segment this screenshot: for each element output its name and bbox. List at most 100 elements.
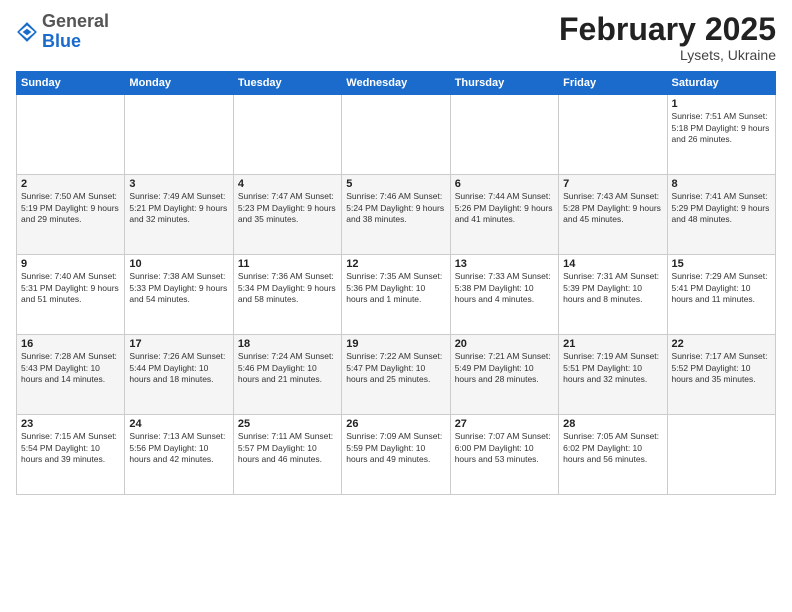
day-number: 10 (129, 258, 228, 270)
col-saturday: Saturday (667, 72, 775, 95)
table-row: 14Sunrise: 7:31 AM Sunset: 5:39 PM Dayli… (559, 255, 667, 335)
day-info: Sunrise: 7:36 AM Sunset: 5:34 PM Dayligh… (238, 271, 337, 305)
table-row: 12Sunrise: 7:35 AM Sunset: 5:36 PM Dayli… (342, 255, 450, 335)
col-tuesday: Tuesday (233, 72, 341, 95)
day-number: 24 (129, 418, 228, 430)
day-number: 17 (129, 338, 228, 350)
table-row: 8Sunrise: 7:41 AM Sunset: 5:29 PM Daylig… (667, 175, 775, 255)
day-number: 23 (21, 418, 120, 430)
table-row: 22Sunrise: 7:17 AM Sunset: 5:52 PM Dayli… (667, 335, 775, 415)
table-row: 2Sunrise: 7:50 AM Sunset: 5:19 PM Daylig… (17, 175, 125, 255)
day-number: 5 (346, 178, 445, 190)
day-number: 14 (563, 258, 662, 270)
day-number: 21 (563, 338, 662, 350)
day-info: Sunrise: 7:44 AM Sunset: 5:26 PM Dayligh… (455, 191, 554, 225)
calendar-week-row: 2Sunrise: 7:50 AM Sunset: 5:19 PM Daylig… (17, 175, 776, 255)
day-info: Sunrise: 7:13 AM Sunset: 5:56 PM Dayligh… (129, 431, 228, 465)
table-row: 28Sunrise: 7:05 AM Sunset: 6:02 PM Dayli… (559, 415, 667, 495)
day-info: Sunrise: 7:41 AM Sunset: 5:29 PM Dayligh… (672, 191, 771, 225)
day-info: Sunrise: 7:17 AM Sunset: 5:52 PM Dayligh… (672, 351, 771, 385)
calendar-week-row: 1Sunrise: 7:51 AM Sunset: 5:18 PM Daylig… (17, 95, 776, 175)
calendar-title: February 2025 (559, 12, 776, 47)
table-row: 4Sunrise: 7:47 AM Sunset: 5:23 PM Daylig… (233, 175, 341, 255)
table-row: 18Sunrise: 7:24 AM Sunset: 5:46 PM Dayli… (233, 335, 341, 415)
table-row: 5Sunrise: 7:46 AM Sunset: 5:24 PM Daylig… (342, 175, 450, 255)
day-info: Sunrise: 7:33 AM Sunset: 5:38 PM Dayligh… (455, 271, 554, 305)
day-number: 11 (238, 258, 337, 270)
calendar-header-row: Sunday Monday Tuesday Wednesday Thursday… (17, 72, 776, 95)
table-row: 20Sunrise: 7:21 AM Sunset: 5:49 PM Dayli… (450, 335, 558, 415)
table-row (342, 95, 450, 175)
col-monday: Monday (125, 72, 233, 95)
day-number: 4 (238, 178, 337, 190)
day-info: Sunrise: 7:31 AM Sunset: 5:39 PM Dayligh… (563, 271, 662, 305)
table-row (667, 415, 775, 495)
table-row: 1Sunrise: 7:51 AM Sunset: 5:18 PM Daylig… (667, 95, 775, 175)
day-info: Sunrise: 7:40 AM Sunset: 5:31 PM Dayligh… (21, 271, 120, 305)
day-info: Sunrise: 7:26 AM Sunset: 5:44 PM Dayligh… (129, 351, 228, 385)
page: General Blue February 2025 Lysets, Ukrai… (0, 0, 792, 612)
col-thursday: Thursday (450, 72, 558, 95)
day-info: Sunrise: 7:19 AM Sunset: 5:51 PM Dayligh… (563, 351, 662, 385)
table-row: 9Sunrise: 7:40 AM Sunset: 5:31 PM Daylig… (17, 255, 125, 335)
calendar-subtitle: Lysets, Ukraine (559, 47, 776, 63)
day-info: Sunrise: 7:22 AM Sunset: 5:47 PM Dayligh… (346, 351, 445, 385)
day-info: Sunrise: 7:50 AM Sunset: 5:19 PM Dayligh… (21, 191, 120, 225)
day-info: Sunrise: 7:47 AM Sunset: 5:23 PM Dayligh… (238, 191, 337, 225)
table-row: 19Sunrise: 7:22 AM Sunset: 5:47 PM Dayli… (342, 335, 450, 415)
col-friday: Friday (559, 72, 667, 95)
table-row: 26Sunrise: 7:09 AM Sunset: 5:59 PM Dayli… (342, 415, 450, 495)
table-row: 27Sunrise: 7:07 AM Sunset: 6:00 PM Dayli… (450, 415, 558, 495)
table-row: 25Sunrise: 7:11 AM Sunset: 5:57 PM Dayli… (233, 415, 341, 495)
day-info: Sunrise: 7:07 AM Sunset: 6:00 PM Dayligh… (455, 431, 554, 465)
day-number: 7 (563, 178, 662, 190)
day-number: 13 (455, 258, 554, 270)
day-info: Sunrise: 7:24 AM Sunset: 5:46 PM Dayligh… (238, 351, 337, 385)
table-row (559, 95, 667, 175)
day-info: Sunrise: 7:15 AM Sunset: 5:54 PM Dayligh… (21, 431, 120, 465)
table-row: 15Sunrise: 7:29 AM Sunset: 5:41 PM Dayli… (667, 255, 775, 335)
logo-icon (16, 21, 38, 43)
day-info: Sunrise: 7:21 AM Sunset: 5:49 PM Dayligh… (455, 351, 554, 385)
day-number: 12 (346, 258, 445, 270)
calendar-week-row: 23Sunrise: 7:15 AM Sunset: 5:54 PM Dayli… (17, 415, 776, 495)
table-row (17, 95, 125, 175)
table-row: 17Sunrise: 7:26 AM Sunset: 5:44 PM Dayli… (125, 335, 233, 415)
table-row: 16Sunrise: 7:28 AM Sunset: 5:43 PM Dayli… (17, 335, 125, 415)
day-number: 26 (346, 418, 445, 430)
logo-blue-text: Blue (42, 31, 81, 51)
table-row: 23Sunrise: 7:15 AM Sunset: 5:54 PM Dayli… (17, 415, 125, 495)
day-info: Sunrise: 7:05 AM Sunset: 6:02 PM Dayligh… (563, 431, 662, 465)
day-info: Sunrise: 7:51 AM Sunset: 5:18 PM Dayligh… (672, 111, 771, 145)
day-number: 27 (455, 418, 554, 430)
logo-text: General Blue (42, 12, 109, 52)
col-sunday: Sunday (17, 72, 125, 95)
day-info: Sunrise: 7:35 AM Sunset: 5:36 PM Dayligh… (346, 271, 445, 305)
table-row: 21Sunrise: 7:19 AM Sunset: 5:51 PM Dayli… (559, 335, 667, 415)
col-wednesday: Wednesday (342, 72, 450, 95)
table-row (125, 95, 233, 175)
table-row: 10Sunrise: 7:38 AM Sunset: 5:33 PM Dayli… (125, 255, 233, 335)
day-info: Sunrise: 7:49 AM Sunset: 5:21 PM Dayligh… (129, 191, 228, 225)
day-info: Sunrise: 7:38 AM Sunset: 5:33 PM Dayligh… (129, 271, 228, 305)
day-number: 1 (672, 98, 771, 110)
day-number: 6 (455, 178, 554, 190)
logo: General Blue (16, 12, 109, 52)
day-number: 15 (672, 258, 771, 270)
day-info: Sunrise: 7:11 AM Sunset: 5:57 PM Dayligh… (238, 431, 337, 465)
calendar-week-row: 9Sunrise: 7:40 AM Sunset: 5:31 PM Daylig… (17, 255, 776, 335)
day-info: Sunrise: 7:09 AM Sunset: 5:59 PM Dayligh… (346, 431, 445, 465)
day-number: 22 (672, 338, 771, 350)
day-info: Sunrise: 7:28 AM Sunset: 5:43 PM Dayligh… (21, 351, 120, 385)
table-row: 6Sunrise: 7:44 AM Sunset: 5:26 PM Daylig… (450, 175, 558, 255)
table-row: 13Sunrise: 7:33 AM Sunset: 5:38 PM Dayli… (450, 255, 558, 335)
logo-general-text: General (42, 11, 109, 31)
table-row (450, 95, 558, 175)
day-number: 25 (238, 418, 337, 430)
day-info: Sunrise: 7:29 AM Sunset: 5:41 PM Dayligh… (672, 271, 771, 305)
day-number: 28 (563, 418, 662, 430)
table-row: 3Sunrise: 7:49 AM Sunset: 5:21 PM Daylig… (125, 175, 233, 255)
day-number: 20 (455, 338, 554, 350)
table-row: 11Sunrise: 7:36 AM Sunset: 5:34 PM Dayli… (233, 255, 341, 335)
day-number: 16 (21, 338, 120, 350)
